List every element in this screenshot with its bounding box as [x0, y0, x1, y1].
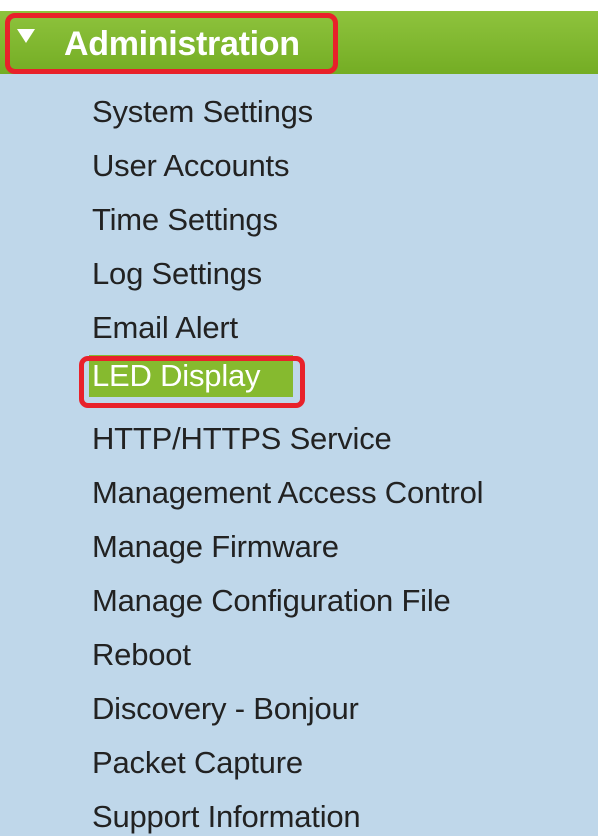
menu-item-manage-configuration-file[interactable]: Manage Configuration File: [92, 580, 451, 622]
menu-item-time-settings[interactable]: Time Settings: [92, 199, 278, 241]
menu-item-system-settings[interactable]: System Settings: [92, 91, 313, 133]
menu-item-management-access-control[interactable]: Management Access Control: [92, 472, 484, 514]
menu-item-reboot[interactable]: Reboot: [92, 634, 191, 676]
menu-item-manage-firmware[interactable]: Manage Firmware: [92, 526, 339, 568]
administration-menu: Administration System Settings User Acco…: [0, 0, 598, 836]
menu-item-packet-capture[interactable]: Packet Capture: [92, 742, 303, 784]
menu-item-log-settings[interactable]: Log Settings: [92, 253, 262, 295]
administration-highlight-box: [5, 13, 338, 74]
menu-item-support-information[interactable]: Support Information: [92, 796, 361, 838]
menu-item-http-https-service[interactable]: HTTP/HTTPS Service: [92, 418, 392, 460]
menu-item-discovery-bonjour[interactable]: Discovery - Bonjour: [92, 688, 359, 730]
menu-item-led-display[interactable]: LED Display: [89, 355, 293, 397]
menu-item-email-alert[interactable]: Email Alert: [92, 307, 238, 349]
menu-item-user-accounts[interactable]: User Accounts: [92, 145, 289, 187]
